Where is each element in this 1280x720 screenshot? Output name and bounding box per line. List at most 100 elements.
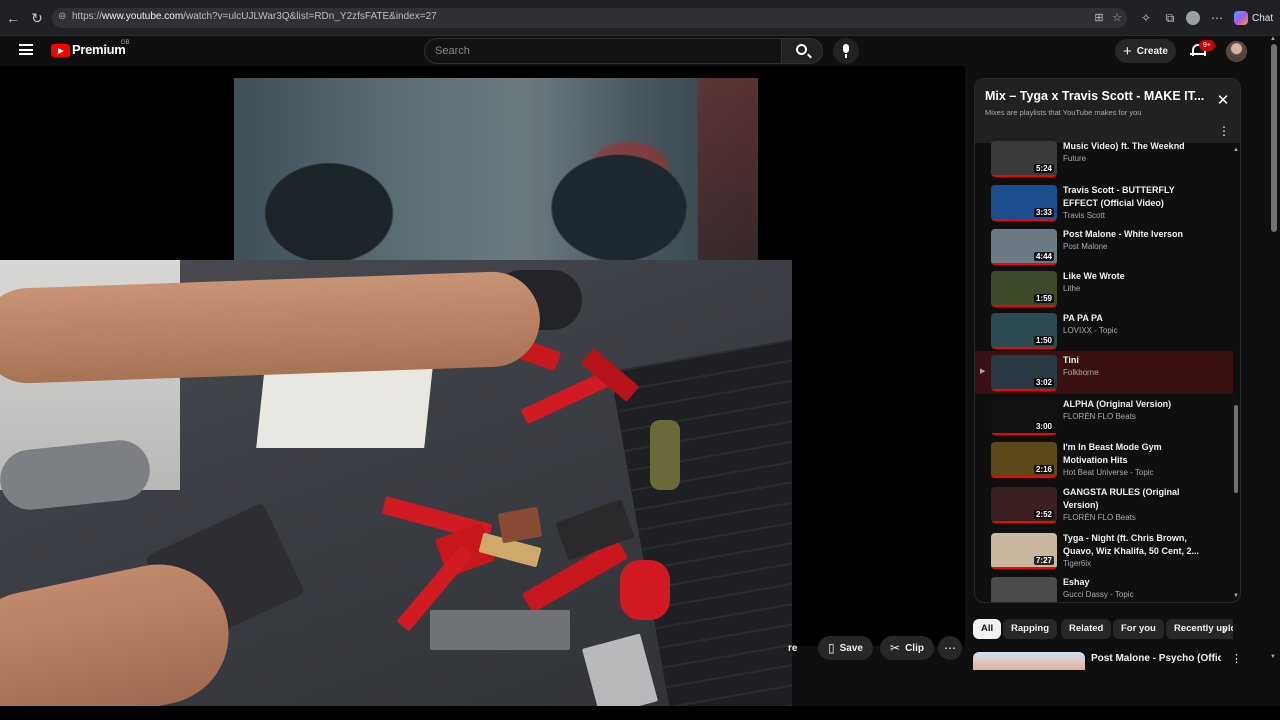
search-button[interactable] — [781, 38, 823, 64]
playlist-subtitle: Mixes are playlists that YouTube makes f… — [985, 108, 1142, 117]
youtube-masthead: Premium GB + Create 9+ — [0, 36, 1280, 66]
overlay-photo — [0, 260, 792, 706]
playlist-item-channel: FLORÉN FLO Beats — [1063, 412, 1136, 421]
close-icon[interactable]: ✕ — [1215, 93, 1231, 109]
playlist-item[interactable]: 2:52 GANGSTA RULES (Original Version) FLOR… — [975, 483, 1233, 526]
app-available-icon[interactable]: ⊞ — [1092, 11, 1106, 25]
playlist-item[interactable]: 3:33 Travis Scott - BUTTERFLY EFFECT (Off… — [975, 181, 1233, 224]
search-icon — [796, 44, 807, 55]
address-bar[interactable]: ⊜ https://www.youtube.com/watch?v=ulcUJL… — [52, 8, 1127, 28]
video-action-row: re ▯ Save ✂ Clip ⋯ — [788, 634, 967, 664]
chip-for-you[interactable]: For you — [1113, 619, 1164, 639]
clip-button[interactable]: ✂ Clip — [880, 636, 934, 660]
playlist-item-thumbnail[interactable]: 1:50 — [991, 313, 1057, 349]
lego-minifigure — [650, 420, 680, 490]
recommended-thumbnail[interactable] — [973, 652, 1085, 670]
playlist-item-thumbnail[interactable]: 5:24 — [991, 141, 1057, 177]
playlist-scrollbar[interactable] — [1234, 405, 1238, 493]
duration-badge: 3:33 — [1033, 208, 1054, 217]
chip-all[interactable]: All — [973, 619, 1002, 639]
chevron-right-icon[interactable]: › — [1216, 620, 1234, 638]
hamburger-menu-icon[interactable] — [19, 44, 33, 55]
back-icon[interactable]: ← — [4, 9, 22, 27]
playlist-item-title: Like We Wrote — [1063, 271, 1125, 281]
scroll-down-icon[interactable]: ▼ — [1270, 654, 1276, 660]
search-box — [424, 38, 782, 64]
voice-search-button[interactable] — [833, 38, 859, 64]
playlist-item-channel: Hot Beat Universe - Topic — [1063, 468, 1154, 477]
address-url: https://www.youtube.com/watch?v=ulcUJLWa… — [72, 11, 437, 22]
scroll-up-icon[interactable]: ▲ — [1233, 147, 1239, 153]
more-vertical-icon[interactable]: ⋮ — [1218, 124, 1230, 138]
duration-badge: 4:44 — [1033, 252, 1054, 261]
duration-badge: 1:50 — [1033, 336, 1054, 345]
chip-related[interactable]: Related — [1061, 619, 1112, 639]
copilot-chat-button[interactable]: Chat — [1234, 9, 1273, 27]
playlist-item[interactable]: 7:27 Tyga - Night (ft. Chris Brown, Quavo… — [975, 529, 1233, 572]
recommended-title[interactable]: Post Malone - Psycho (Official — [1091, 653, 1221, 664]
playlist-item-title: ALPHA (Original Version) — [1063, 399, 1172, 409]
search-input[interactable] — [435, 43, 765, 59]
duration-badge: 7:27 — [1033, 556, 1054, 565]
playlist-header: Mix – Tyga x Travis Scott - MAKE IT... M… — [975, 79, 1240, 143]
save-button[interactable]: ▯ Save — [818, 636, 873, 660]
reload-icon[interactable]: ↻ — [28, 9, 46, 27]
scroll-up-icon[interactable]: ▲ — [1270, 36, 1276, 42]
playlist-item[interactable]: 1:50 PA PA PA LOVIXX - Topic — [975, 309, 1233, 352]
playlist-item-channel: Post Malone — [1063, 242, 1108, 251]
plus-icon: + — [1123, 42, 1132, 60]
playlist-item-thumbnail[interactable] — [991, 577, 1057, 602]
playlist-item[interactable]: Eshay Gucci Dassy - Topic — [975, 573, 1233, 602]
account-avatar[interactable] — [1226, 41, 1247, 62]
favorite-star-icon[interactable]: ☆ — [1110, 11, 1124, 25]
playlist-item-thumbnail[interactable]: 3:00 — [991, 399, 1057, 435]
bookmark-icon: ▯ — [828, 641, 835, 655]
page-scrollbar[interactable]: ▲ ▼ — [1268, 36, 1280, 666]
browser-toolbar: ← ↻ ⊜ https://www.youtube.com/watch?v=ul… — [0, 0, 1280, 36]
duration-badge: 5:24 — [1033, 164, 1054, 173]
playlist-item-title: Tini — [1063, 355, 1079, 365]
playlist-item[interactable]: 3:00 ALPHA (Original Version) FLORÉN FLO B… — [975, 395, 1233, 438]
brand-premium[interactable]: Premium — [72, 42, 126, 57]
more-tools-icon[interactable]: ⋯ — [1209, 10, 1225, 26]
playlist-item-thumbnail[interactable]: 2:16 — [991, 442, 1057, 478]
filter-chips: AllRappingRelatedFor youRecently uploade… — [973, 618, 1233, 640]
playlist-item-channel: Future — [1063, 154, 1087, 163]
playlist-item-title: Travis Scott - BUTTERFLY EFFECT (Officia… — [1063, 185, 1175, 208]
clip-label: Clip — [905, 642, 924, 654]
playlist-item[interactable]: 5:24 Music Video) ft. The Weeknd Future — [975, 137, 1233, 180]
more-actions-button[interactable]: ⋯ — [938, 636, 962, 660]
browser-profile-avatar[interactable] — [1186, 11, 1200, 25]
create-button[interactable]: + Create — [1115, 39, 1176, 63]
scissors-icon: ✂ — [890, 641, 901, 655]
mix-playlist-panel: Mix – Tyga x Travis Scott - MAKE IT... M… — [974, 78, 1241, 603]
playlist-item-thumbnail[interactable]: 2:52 — [991, 487, 1057, 523]
playlist-item-thumbnail[interactable]: 3:02 — [991, 355, 1057, 391]
share-button[interactable]: re — [786, 636, 802, 660]
playlist-item[interactable]: ▶ 3:02 Tini Folkborne — [975, 351, 1233, 394]
playlist-title[interactable]: Mix – Tyga x Travis Scott - MAKE IT... — [985, 89, 1210, 103]
collections-icon[interactable]: ⧉ — [1162, 10, 1178, 26]
playlist-item-thumbnail[interactable]: 3:33 — [991, 185, 1057, 221]
microphone-icon — [843, 44, 849, 53]
copilot-chat-label: Chat — [1252, 12, 1274, 24]
playlist-item[interactable]: 2:16 I'm In Beast Mode Gym Motivation Hit… — [975, 438, 1233, 481]
create-label: Create — [1136, 45, 1168, 57]
more-vertical-icon[interactable]: ⋮ — [1231, 652, 1242, 666]
more-horizontal-icon: ⋯ — [944, 641, 956, 655]
playlist-item-thumbnail[interactable]: 4:44 — [991, 229, 1057, 265]
site-info-icon[interactable]: ⊜ — [58, 11, 70, 23]
extensions-icon[interactable]: ✧ — [1138, 10, 1154, 26]
chip-rapping[interactable]: Rapping — [1003, 619, 1057, 639]
playlist-item-thumbnail[interactable]: 1:59 — [991, 271, 1057, 307]
region-code: GB — [121, 40, 130, 46]
save-label: Save — [839, 642, 863, 654]
playlist-item[interactable]: 1:59 Like We Wrote Lithe — [975, 267, 1233, 310]
playlist-item[interactable]: 4:44 Post Malone - White Iverson Post Malo… — [975, 225, 1233, 268]
scroll-down-icon[interactable]: ▼ — [1233, 593, 1239, 599]
playlist-item-channel: FLORÉN FLO Beats — [1063, 513, 1136, 522]
playlist-item-thumbnail[interactable]: 7:27 — [991, 533, 1057, 569]
playlist-item-channel: LOVIXX - Topic — [1063, 326, 1118, 335]
duration-badge: 2:16 — [1033, 465, 1054, 474]
youtube-logo-icon[interactable] — [51, 44, 70, 57]
